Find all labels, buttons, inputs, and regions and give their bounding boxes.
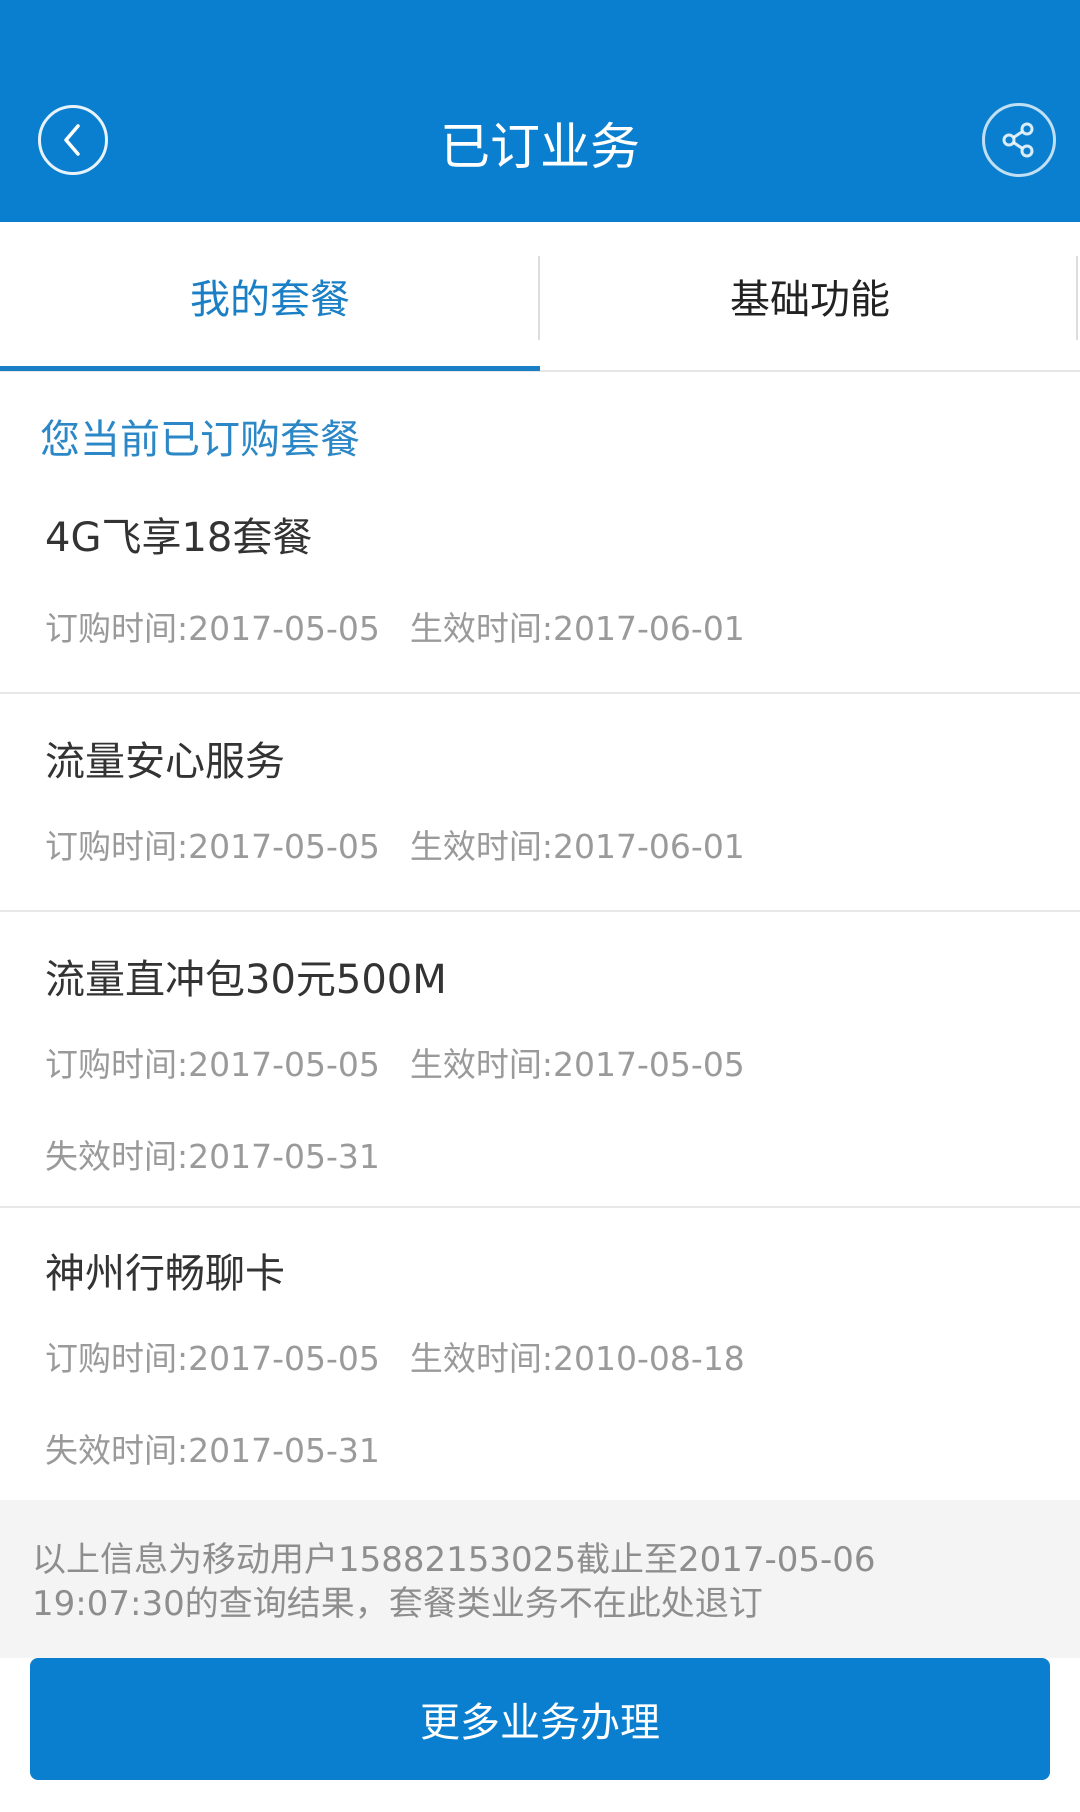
section-heading: 您当前已订购套餐 xyxy=(40,417,360,463)
share-icon xyxy=(1002,122,1034,158)
package-item: 4G飞享18套餐 订购时间:2017-05-05 生效时间:2017-06-01 xyxy=(0,470,1080,694)
share-button[interactable] xyxy=(982,103,1056,177)
package-name: 流量安心服务 xyxy=(45,739,285,785)
query-info-note: 以上信息为移动用户15882153025截止至2017-05-06 19:07:… xyxy=(0,1500,1080,1658)
tab-divider-right xyxy=(1076,256,1078,340)
package-dates: 订购时间:2017-05-05 生效时间:2010-08-18 xyxy=(45,1336,745,1382)
package-name: 神州行畅聊卡 xyxy=(45,1251,285,1297)
query-info-line: 19:07:30的查询结果，套餐类业务不在此处退订 xyxy=(32,1584,763,1624)
top-bar: 已订业务 xyxy=(0,0,1080,222)
package-item: 神州行畅聊卡 订购时间:2017-05-05 生效时间:2010-08-18 失效… xyxy=(0,1208,1080,1500)
tab-bar: 我的套餐 基础功能 xyxy=(0,222,1080,372)
package-item: 流量直冲包30元500M 订购时间:2017-05-05 生效时间:2017-05… xyxy=(0,912,1080,1208)
expiry-time: 失效时间:2017-05-31 xyxy=(45,1431,380,1470)
tab-my-packages[interactable]: 我的套餐 xyxy=(0,222,540,370)
order-time: 订购时间:2017-05-05 xyxy=(45,609,380,648)
package-name: 流量直冲包30元500M xyxy=(45,957,447,1003)
expiry-time: 失效时间:2017-05-31 xyxy=(45,1137,380,1176)
package-name: 4G飞享18套餐 xyxy=(45,515,313,561)
effective-time: 生效时间:2010-08-18 xyxy=(409,1339,745,1378)
effective-time: 生效时间:2017-06-01 xyxy=(409,827,745,866)
package-dates: 订购时间:2017-05-05 生效时间:2017-06-01 xyxy=(45,606,745,652)
package-dates: 订购时间:2017-05-05 生效时间:2017-06-01 xyxy=(45,824,745,870)
effective-time: 生效时间:2017-06-01 xyxy=(409,609,745,648)
order-time: 订购时间:2017-05-05 xyxy=(45,827,380,866)
more-services-button[interactable]: 更多业务办理 xyxy=(30,1658,1050,1780)
effective-time: 生效时间:2017-05-05 xyxy=(409,1045,745,1084)
order-time: 订购时间:2017-05-05 xyxy=(45,1045,380,1084)
package-dates: 订购时间:2017-05-05 生效时间:2017-05-05 xyxy=(45,1042,745,1088)
tab-basic-functions[interactable]: 基础功能 xyxy=(540,222,1080,370)
query-info-line: 以上信息为移动用户15882153025截止至2017-05-06 xyxy=(32,1540,876,1580)
order-time: 订购时间:2017-05-05 xyxy=(45,1339,380,1378)
active-tab-indicator xyxy=(0,366,540,371)
package-item: 流量安心服务 订购时间:2017-05-05 生效时间:2017-06-01 xyxy=(0,694,1080,912)
page-title: 已订业务 xyxy=(440,118,640,176)
